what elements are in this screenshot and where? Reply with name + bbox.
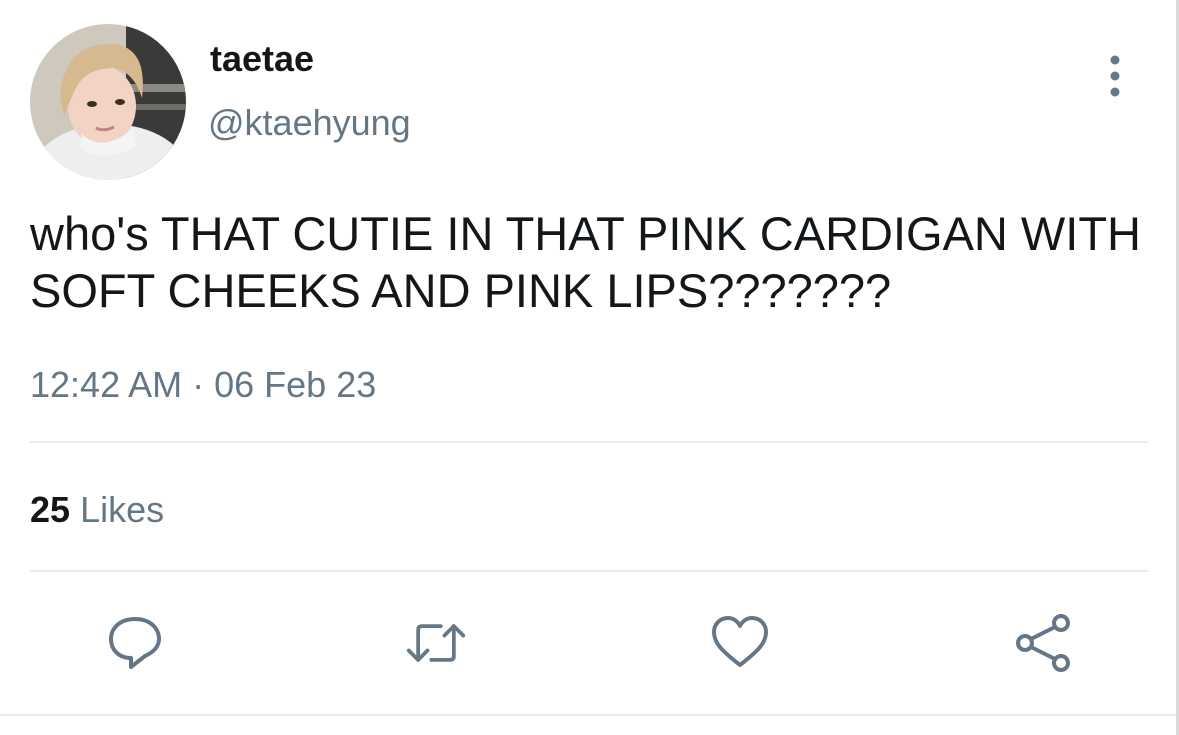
avatar-photo	[30, 24, 186, 180]
vertical-ellipsis-icon	[1110, 55, 1120, 97]
timestamp-separator: ·	[182, 364, 215, 405]
author-display-name[interactable]: taetae	[210, 38, 314, 80]
retweet-arrows-icon	[406, 624, 466, 662]
bottom-divider	[0, 714, 1179, 716]
divider	[30, 441, 1148, 443]
tweet-card: taetae @ktaehyung who's THAT CUTIE IN TH…	[0, 0, 1179, 735]
divider	[30, 570, 1148, 572]
like-button[interactable]	[709, 612, 771, 674]
share-button[interactable]	[1013, 612, 1075, 674]
speech-bubble-icon	[109, 617, 161, 669]
reply-button[interactable]	[104, 612, 166, 674]
tweet-timestamp: 12:42 AM · 06 Feb 23	[30, 364, 376, 406]
avatar[interactable]	[30, 24, 186, 180]
share-nodes-icon	[1016, 614, 1070, 672]
tweet-date: 06 Feb 23	[214, 364, 377, 405]
likes-label: Likes	[80, 489, 165, 530]
heart-icon	[712, 616, 768, 667]
likes-stat[interactable]: 25 Likes	[30, 489, 164, 531]
author-handle[interactable]: @ktaehyung	[208, 102, 411, 144]
likes-count: 25	[30, 489, 71, 530]
more-options-button[interactable]	[1098, 52, 1132, 100]
retweet-button[interactable]	[405, 612, 467, 674]
tweet-text: who's THAT CUTIE IN THAT PINK CARDIGAN W…	[30, 207, 1155, 317]
tweet-time: 12:42 AM	[30, 364, 183, 405]
